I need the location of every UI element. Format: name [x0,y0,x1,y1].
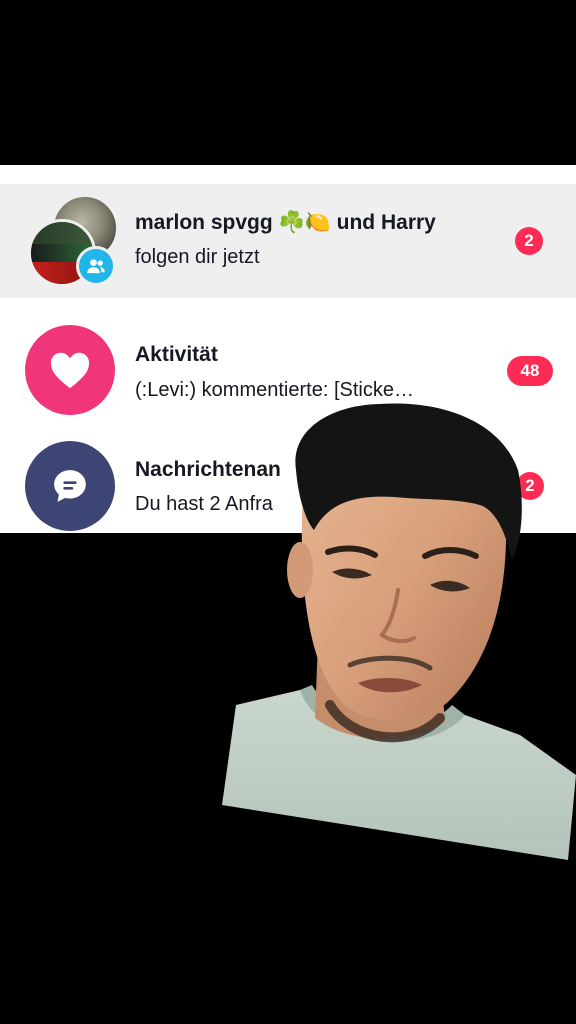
heart-icon [50,352,90,389]
screen: marlon spvgg ☘️🍋 und Harry folgen dir je… [0,0,576,1024]
activity-title: Aktivität [135,343,218,366]
message-requests-count-badge: 2 [516,472,544,500]
new-followers-subtitle: folgen dir jetzt [135,246,260,268]
message-requests-subtitle: Du hast 2 Anfra [135,493,273,515]
activity-count-badge: 48 [507,356,553,386]
new-followers-title: marlon spvgg ☘️🍋 und Harry [135,211,436,234]
activity-subtitle: (:Levi:) kommentierte: [Sticke… [135,379,414,401]
message-requests-row[interactable]: Nachrichtenan Du hast 2 Anfra 2 [0,430,576,533]
group-followers-icon [76,246,116,286]
activity-row[interactable]: Aktivität (:Levi:) kommentierte: [Sticke… [0,315,576,425]
message-bubble-icon [54,470,86,502]
new-followers-count-badge: 2 [515,227,543,255]
activity-icon-circle [25,325,115,415]
message-requests-title: Nachrichtenan [135,458,281,481]
message-requests-icon-circle [25,441,115,531]
